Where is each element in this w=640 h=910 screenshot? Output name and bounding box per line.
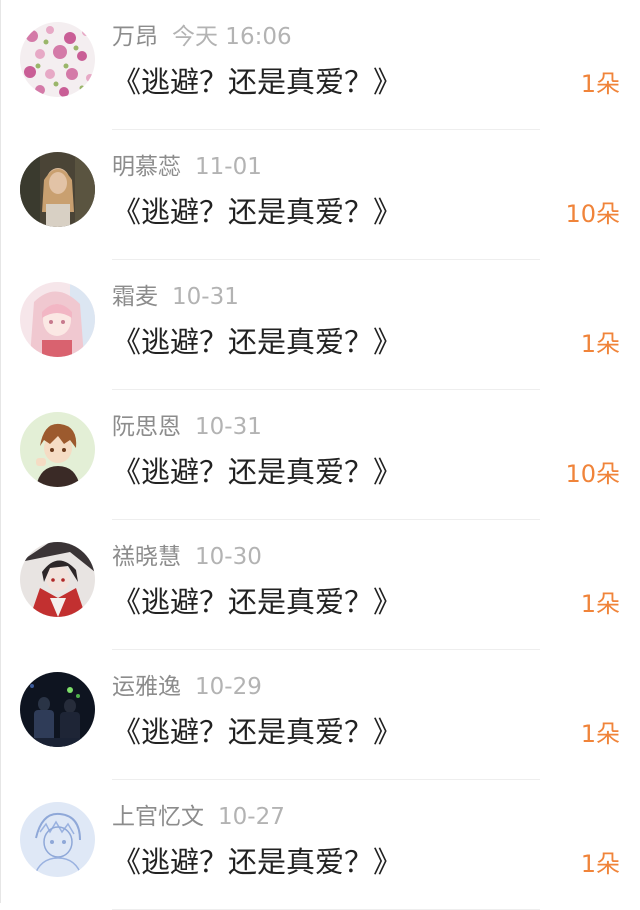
avatar[interactable] <box>20 282 95 357</box>
user-name[interactable]: 运雅逸 <box>112 674 181 700</box>
flower-count: 10朵 <box>565 200 620 228</box>
list-item[interactable]: 运雅逸 10-29 《逃避？还是真爱？》 1朵 <box>0 650 640 780</box>
item-meta: 阮思恩 10-31 <box>112 410 262 444</box>
item-title[interactable]: 《逃避？还是真爱？》 <box>112 451 402 493</box>
item-meta: 运雅逸 10-29 <box>112 670 262 704</box>
timestamp: 今天 16:06 <box>172 24 292 50</box>
timestamp: 10-27 <box>218 804 285 830</box>
user-name[interactable]: 上官忆文 <box>112 804 204 830</box>
timestamp: 10-29 <box>195 674 262 700</box>
flower-count: 1朵 <box>580 720 620 748</box>
flower-count: 1朵 <box>580 330 620 358</box>
item-meta: 霜麦 10-31 <box>112 280 239 314</box>
night-photo-avatar-image <box>20 672 95 747</box>
item-meta: 禚晓慧 10-30 <box>112 540 262 574</box>
item-title[interactable]: 《逃避？还是真爱？》 <box>112 711 402 753</box>
list-item[interactable]: 明慕蕊 11-01 《逃避？还是真爱？》 10朵 <box>0 130 640 260</box>
timestamp: 10-30 <box>195 544 262 570</box>
user-name[interactable]: 禚晓慧 <box>112 544 181 570</box>
user-name[interactable]: 阮思恩 <box>112 414 181 440</box>
flower-count: 10朵 <box>565 460 620 488</box>
list-item[interactable]: 阮思恩 10-31 《逃避？还是真爱？》 10朵 <box>0 390 640 520</box>
list-item[interactable]: 禚晓慧 10-30 《逃避？还是真爱？》 1朵 <box>0 520 640 650</box>
girl-photo-avatar-image <box>20 152 95 227</box>
floral-avatar-image <box>20 22 95 97</box>
timestamp: 10-31 <box>172 284 239 310</box>
item-meta: 明慕蕊 11-01 <box>112 150 262 184</box>
avatar[interactable] <box>20 412 95 487</box>
item-title[interactable]: 《逃避？还是真爱？》 <box>112 191 402 233</box>
timestamp: 10-31 <box>195 414 262 440</box>
list-item[interactable]: 霜麦 10-31 《逃避？还是真爱？》 1朵 <box>0 260 640 390</box>
flower-count: 1朵 <box>580 590 620 618</box>
item-title[interactable]: 《逃避？还是真爱？》 <box>112 581 402 623</box>
avatar[interactable] <box>20 802 95 877</box>
item-meta: 上官忆文 10-27 <box>112 800 285 834</box>
item-title[interactable]: 《逃避？还是真爱？》 <box>112 841 402 883</box>
avatar[interactable] <box>20 152 95 227</box>
list-item[interactable]: 万昂 今天 16:06 《逃避？还是真爱？》 1朵 <box>0 0 640 130</box>
flower-count: 1朵 <box>580 850 620 878</box>
anime-character-avatar-image <box>20 542 95 617</box>
anime-girl-avatar-image <box>20 282 95 357</box>
gift-list: 万昂 今天 16:06 《逃避？还是真爱？》 1朵 明慕蕊 11-01 《逃避？还是… <box>0 0 640 910</box>
item-meta: 万昂 今天 16:06 <box>112 20 292 54</box>
avatar[interactable] <box>20 22 95 97</box>
user-name[interactable]: 明慕蕊 <box>112 154 181 180</box>
item-title[interactable]: 《逃避？还是真爱？》 <box>112 321 402 363</box>
user-name[interactable]: 霜麦 <box>112 284 158 310</box>
item-title[interactable]: 《逃避？还是真爱？》 <box>112 61 402 103</box>
avatar[interactable] <box>20 672 95 747</box>
list-item[interactable]: 上官忆文 10-27 《逃避？还是真爱？》 1朵 <box>0 780 640 910</box>
avatar[interactable] <box>20 542 95 617</box>
user-name[interactable]: 万昂 <box>112 24 158 50</box>
timestamp: 11-01 <box>195 154 262 180</box>
flower-count: 1朵 <box>580 70 620 98</box>
anime-boy-avatar-image <box>20 412 95 487</box>
sketch-avatar-image <box>20 802 95 877</box>
